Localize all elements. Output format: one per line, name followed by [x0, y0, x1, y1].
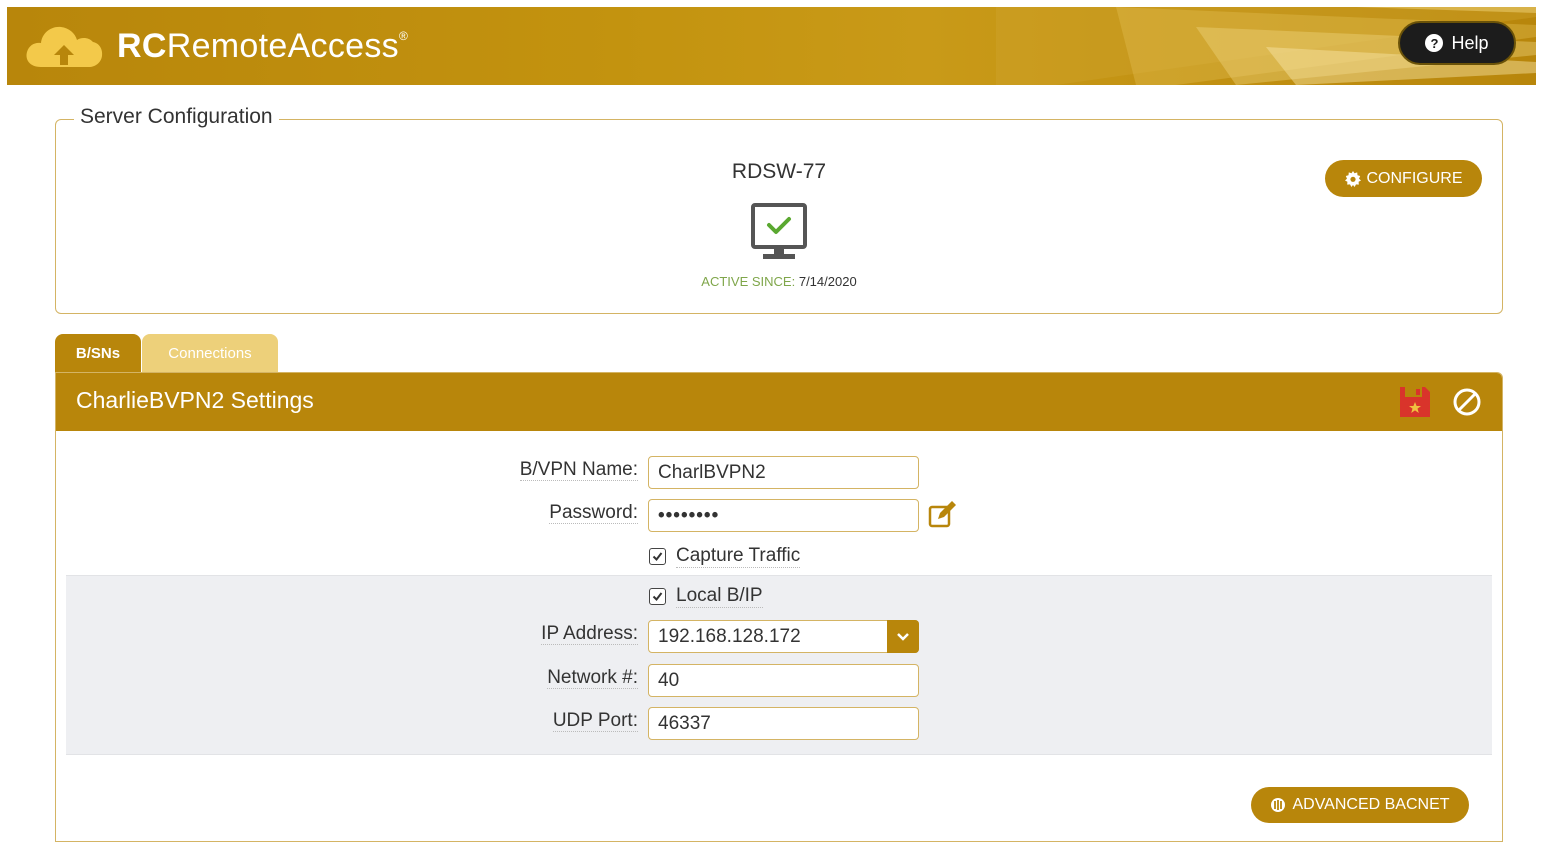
- logo: RCRemoteAccess®: [23, 21, 408, 71]
- bacnet-icon: [1271, 798, 1286, 812]
- help-label: Help: [1451, 32, 1489, 53]
- settings-panel-header: CharlieBVPN2 Settings: [56, 373, 1502, 431]
- chevron-down-icon: [897, 632, 909, 641]
- capture-traffic-box[interactable]: [649, 548, 666, 565]
- ip-address-select[interactable]: 192.168.128.172: [648, 620, 919, 653]
- app-header: RCRemoteAccess® ? Help: [7, 7, 1536, 85]
- gear-icon: [1344, 170, 1361, 187]
- advanced-bacnet-label: ADVANCED BACNET: [1292, 796, 1450, 813]
- local-bip-box[interactable]: [649, 588, 666, 605]
- network-label: Network #:: [547, 667, 638, 689]
- local-bip-checkbox[interactable]: Local B/IP: [649, 585, 763, 608]
- server-name: RDSW-77: [731, 160, 827, 183]
- check-icon: [652, 592, 663, 602]
- help-button[interactable]: ? Help: [1398, 21, 1516, 65]
- active-since-date: 7/14/2020: [798, 274, 857, 289]
- settings-title: CharlieBVPN2 Settings: [76, 387, 314, 413]
- tab-bsns[interactable]: B/SNs: [55, 334, 141, 372]
- server-configuration-panel: Server Configuration RDSW-77 ACTIVE SINC…: [55, 105, 1503, 314]
- configure-label: CONFIGURE: [1366, 169, 1463, 187]
- edit-icon[interactable]: [928, 499, 958, 529]
- check-icon: [652, 552, 663, 562]
- monitor-check-icon: [751, 203, 807, 259]
- bvpn-name-label: B/VPN Name:: [519, 459, 638, 481]
- save-icon[interactable]: [1398, 385, 1432, 419]
- capture-traffic-label: Capture Traffic: [676, 545, 801, 568]
- network-input[interactable]: 40: [648, 664, 919, 697]
- ip-address-dropdown-button[interactable]: [887, 620, 919, 653]
- cloud-icon: [26, 26, 103, 67]
- ip-address-label: IP Address:: [541, 623, 638, 645]
- local-bip-label: Local B/IP: [676, 585, 763, 608]
- active-since-label: ACTIVE SINCE:: [701, 274, 796, 289]
- advanced-bacnet-button[interactable]: ADVANCED BACNET: [1251, 787, 1469, 823]
- cancel-icon[interactable]: [1452, 387, 1482, 417]
- capture-traffic-checkbox[interactable]: Capture Traffic: [649, 545, 801, 568]
- active-since: ACTIVE SINCE: 7/14/2020: [56, 274, 1502, 289]
- bvpn-name-input[interactable]: CharlBVPN2: [648, 456, 919, 489]
- configure-button[interactable]: CONFIGURE: [1325, 160, 1482, 197]
- server-configuration-legend: Server Configuration: [74, 105, 279, 129]
- tab-connections[interactable]: Connections: [142, 334, 278, 372]
- settings-panel: CharlieBVPN2 Settings B/VPN Name: CharlB…: [55, 372, 1503, 842]
- password-input[interactable]: ••••••••: [648, 499, 919, 532]
- udp-port-label: UDP Port:: [552, 710, 638, 732]
- question-circle-icon: ?: [1425, 34, 1444, 52]
- app-title: RCRemoteAccess®: [117, 26, 409, 65]
- udp-port-input[interactable]: 46337: [648, 707, 919, 740]
- password-label: Password:: [549, 502, 638, 524]
